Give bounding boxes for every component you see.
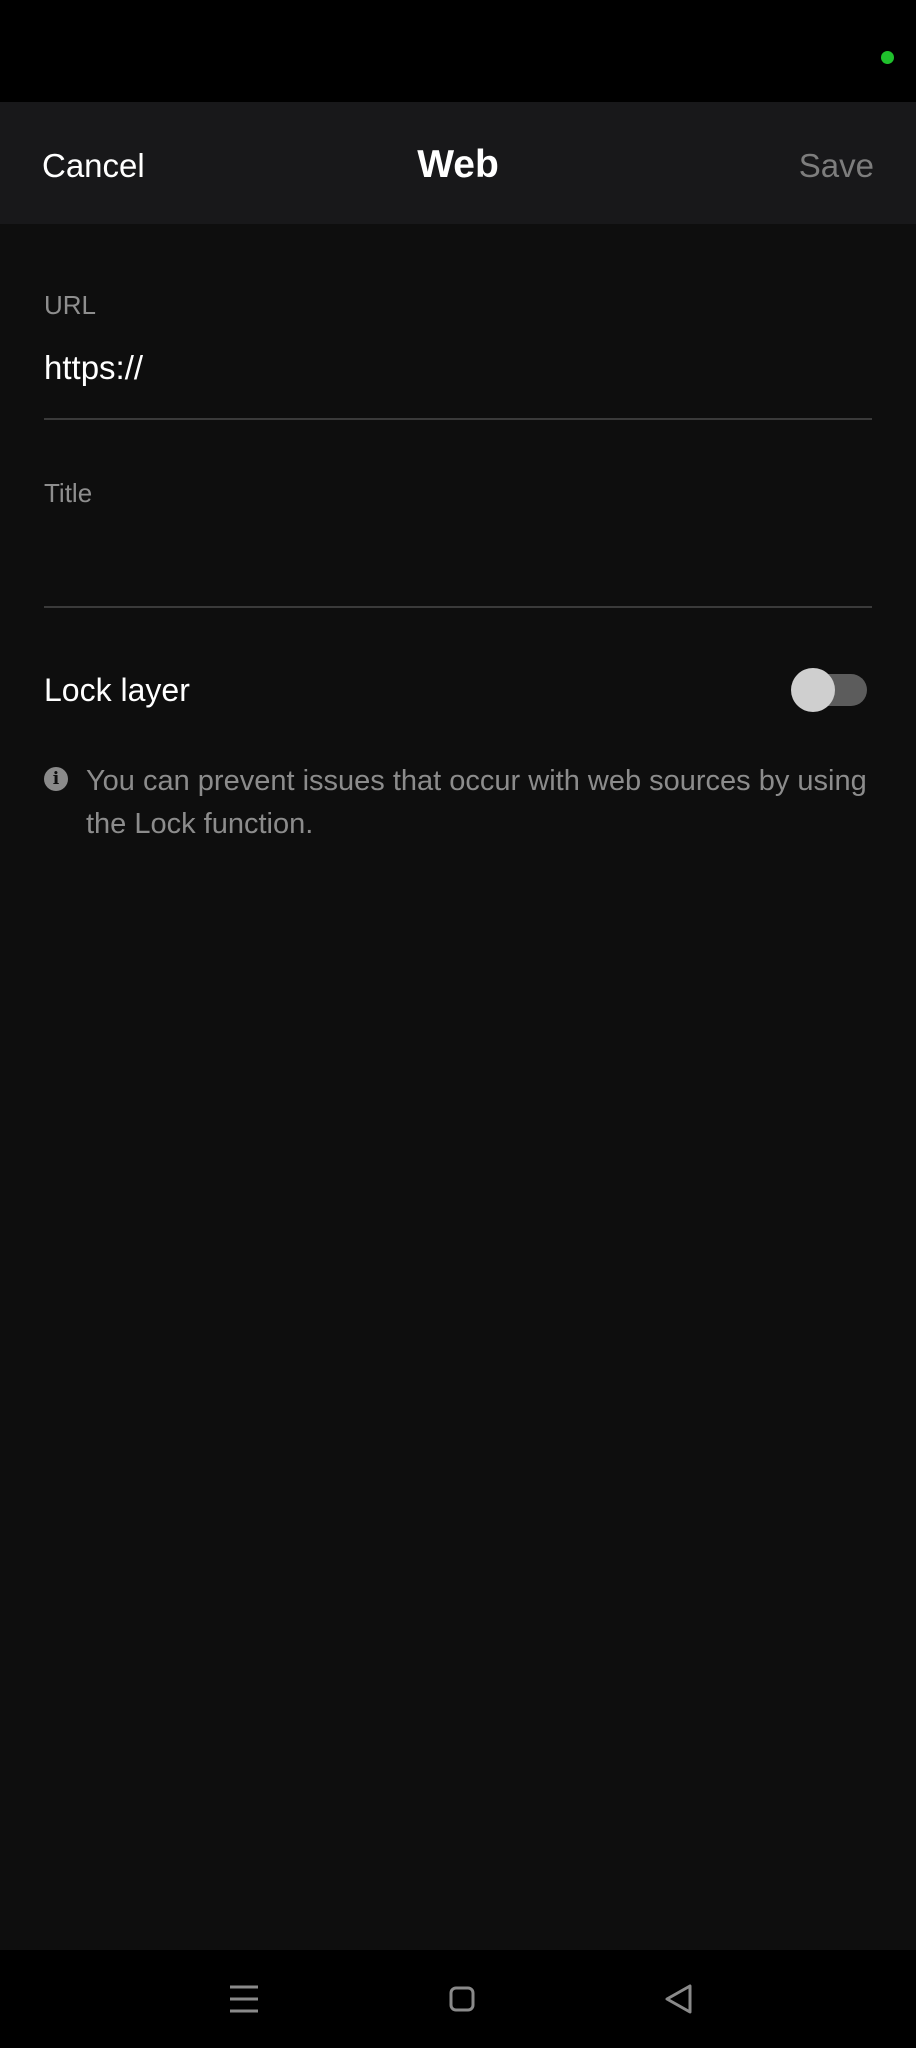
- toggle-thumb: [791, 668, 835, 712]
- back-icon: [665, 1984, 692, 2014]
- home-button[interactable]: [402, 1950, 522, 2048]
- save-button[interactable]: Save: [799, 102, 874, 224]
- lock-layer-toggle[interactable]: [791, 668, 867, 712]
- status-indicator-dot: [881, 51, 894, 64]
- lock-layer-row: Lock layer: [44, 660, 872, 720]
- back-button[interactable]: [618, 1950, 738, 2048]
- web-source-screen: Cancel Web Save URL Title Lock layer i Y…: [0, 0, 916, 2048]
- url-underline: [44, 418, 872, 420]
- url-input[interactable]: [44, 348, 872, 388]
- lock-info-text: You can prevent issues that occur with w…: [86, 765, 867, 840]
- url-field: URL: [44, 290, 872, 422]
- info-icon: i: [44, 767, 68, 791]
- system-nav-bar: [0, 1950, 916, 2048]
- page-title: Web: [417, 143, 499, 186]
- menu-button[interactable]: [184, 1950, 304, 2048]
- menu-icon: [230, 1985, 258, 2013]
- title-input[interactable]: [44, 536, 872, 576]
- title-label: Title: [44, 478, 93, 508]
- app-bar: Cancel Web Save: [0, 102, 916, 224]
- lock-layer-label: Lock layer: [44, 672, 190, 708]
- title-field: Title: [44, 478, 872, 610]
- url-label: URL: [44, 290, 97, 320]
- title-underline: [44, 606, 872, 608]
- home-icon: [449, 1986, 475, 2012]
- status-bar: [0, 0, 916, 102]
